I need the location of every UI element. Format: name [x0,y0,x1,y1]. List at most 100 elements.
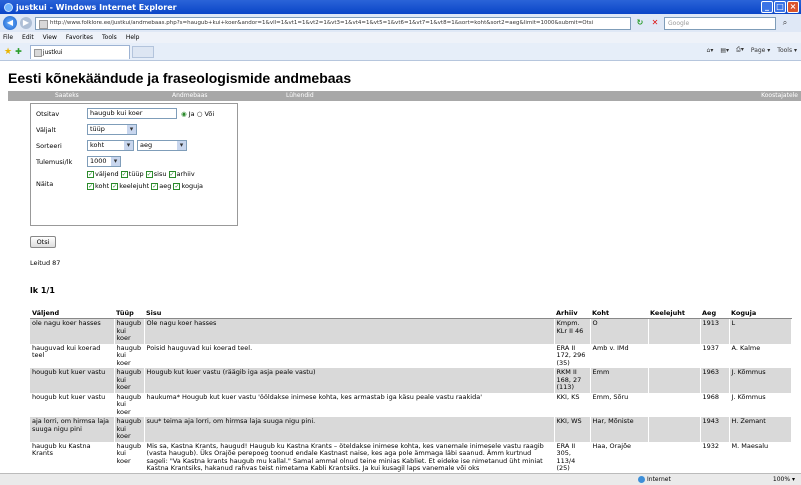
col-arhiiv[interactable]: Arhiiv [554,308,590,319]
menu-view[interactable]: View [43,34,57,41]
tools-menu[interactable]: Tools ▾ [777,47,797,54]
page-menu[interactable]: Page ▾ [751,47,770,54]
voi-radio-icon[interactable]: ○ [197,110,203,118]
print-icon[interactable]: ⎙▾ [736,46,744,54]
nav-saateks[interactable]: Saateks [55,92,79,99]
table-cell: Mis sa, Kastna Krants, haugud! Haugub ku… [144,441,555,474]
sort1-select[interactable]: koht [87,140,134,151]
favorites-star-icon[interactable]: ★ [4,47,12,57]
forward-button[interactable]: ▶ [20,17,32,29]
globe-icon [638,476,645,483]
show-fields-row1: ✓ väljend ✓ tüüp ✓ sisu ✓ arhiiv [87,170,195,178]
menu-file[interactable]: File [3,34,13,41]
window-controls: _ □ × [761,1,799,13]
otsitav-input[interactable]: haugub kui koer [87,108,177,119]
menu-edit[interactable]: Edit [22,34,34,41]
ja-radio-icon[interactable]: ◉ [181,110,187,118]
table-cell: 1932 [700,441,730,474]
otsitav-label: Otsitav [36,110,60,118]
page-indicator: lk 1/1 [30,286,55,295]
col-tuup[interactable]: Tüüp [114,308,144,319]
home-icon[interactable]: ⌂▾ [707,47,714,54]
add-favorite-icon[interactable]: ✚ [15,47,22,56]
menu-favorites[interactable]: Favorites [66,34,93,41]
cb-arhiiv-label: arhiiv [176,170,195,178]
valjalt-select[interactable]: tüüp [87,124,137,135]
table-cell: L [729,318,792,344]
table-cell: haukuma* Hougub kut kuer vastu 'ööldakse… [144,392,555,417]
checkbox-icon[interactable]: ✓ [168,170,176,178]
col-aeg[interactable]: Aeg [700,308,729,319]
table-cell: 1943 [700,417,730,442]
nav-koostajatele[interactable]: Koostajatele [761,92,798,99]
table-cell: J. Kõmmus [729,392,792,417]
browser-tab[interactable]: justkui [29,44,130,59]
table-cell: KKI, WS [554,417,591,442]
ie-icon [4,2,13,12]
checkbox-icon[interactable]: ✓ [145,170,153,178]
close-button[interactable]: × [787,1,799,13]
col-sisu[interactable]: Sisu [144,308,554,319]
checkbox-icon[interactable]: ✓ [87,170,94,178]
table-cell: aja lorri, om hirmsa laja suuga nigu pin… [30,417,115,442]
table-cell [648,343,701,368]
table-cell: Amb v. IMd [590,343,649,368]
col-koht[interactable]: Koht [590,308,648,319]
table-cell: Har, Mõniste [590,417,649,442]
results-count: Leitud 87 [30,259,61,267]
nav-luhendid[interactable]: Lühendid [286,92,314,99]
search-icon[interactable]: ⌕ [779,17,791,29]
refresh-button[interactable]: ↻ [634,17,646,29]
table-cell: Hougub kut kuer vastu (räägib iga asja p… [144,368,555,393]
checkbox-icon[interactable]: ✓ [151,182,159,190]
security-zone: Internet [638,476,671,483]
back-button[interactable]: ◀ [3,16,17,30]
minimize-button[interactable]: _ [761,1,773,13]
table-cell: J. Kõmmus [729,368,792,393]
zoom-control[interactable]: 100% ▾ [773,476,795,483]
table-cell: RKM II 168, 27 (113) [554,368,591,393]
feeds-icon[interactable]: ▤▾ [720,47,729,54]
status-bar: Internet 100% ▾ [0,473,801,485]
table-cell: 1937 [700,343,730,368]
table-cell: suu* teima aja lorri, om hirmsa laja suu… [144,417,555,442]
table-row: hougub kut kuer vastu haugub kui koer Ho… [30,368,792,393]
table-cell: ERA II 172, 296 (35) [554,343,591,368]
table-cell: H. Zemant [729,417,792,442]
tulemusi-select[interactable]: 1000 [87,156,121,167]
nav-andmebaas[interactable]: Andmebaas [172,92,208,99]
maximize-button[interactable]: □ [774,1,786,13]
checkbox-icon[interactable]: ✓ [173,182,181,190]
window-titlebar: justkui - Windows Internet Explorer _ □ … [0,0,801,14]
col-valjend[interactable]: Väljend [30,308,114,319]
table-cell: Poisid hauguvad kui koerad teel. [144,343,555,368]
table-cell [648,441,701,474]
checkbox-icon[interactable]: ✓ [111,182,119,190]
cb-koguja-label: koguja [181,182,204,190]
table-cell: haugub kui koer [114,318,145,344]
new-tab-button[interactable] [131,45,154,58]
table-cell: hougub kut kuer vastu [30,368,115,393]
search-submit-button[interactable]: Otsi [30,236,56,248]
col-koguja[interactable]: Koguja [729,308,791,319]
cb-sisu-label: sisu [153,170,167,178]
search-form: Otsitav haugub kui koer ◉ Ja ○ Või Välja… [30,103,238,226]
sort2-select[interactable]: aeg [137,140,187,151]
url-input[interactable]: http://www.folklore.ee/justkui/andmebaas… [35,16,631,30]
table-cell: ole nagu koer hasses [30,318,115,344]
table-cell: 1913 [700,318,730,344]
search-input[interactable]: Google [664,16,776,30]
results-table: Väljend Tüüp Sisu Arhiiv Koht Keelejuht … [30,308,792,474]
menu-help[interactable]: Help [126,34,140,41]
col-keelejuht[interactable]: Keelejuht [648,308,700,319]
table-cell: haugub kui koer [114,368,145,393]
table-cell: ERA II 305, 113/4 (25) [554,441,591,474]
table-cell: haugub kui koer [114,343,145,368]
show-fields-row2: ✓ koht ✓ keelejuht ✓ aeg ✓ koguja [87,182,203,190]
zone-label: Internet [647,476,671,483]
stop-button[interactable]: ✕ [649,17,661,29]
address-bar: ◀ ▶ http://www.folklore.ee/justkui/andme… [0,14,801,32]
checkbox-icon[interactable]: ✓ [120,170,128,178]
menu-tools[interactable]: Tools [102,34,117,41]
checkbox-icon[interactable]: ✓ [87,182,94,190]
